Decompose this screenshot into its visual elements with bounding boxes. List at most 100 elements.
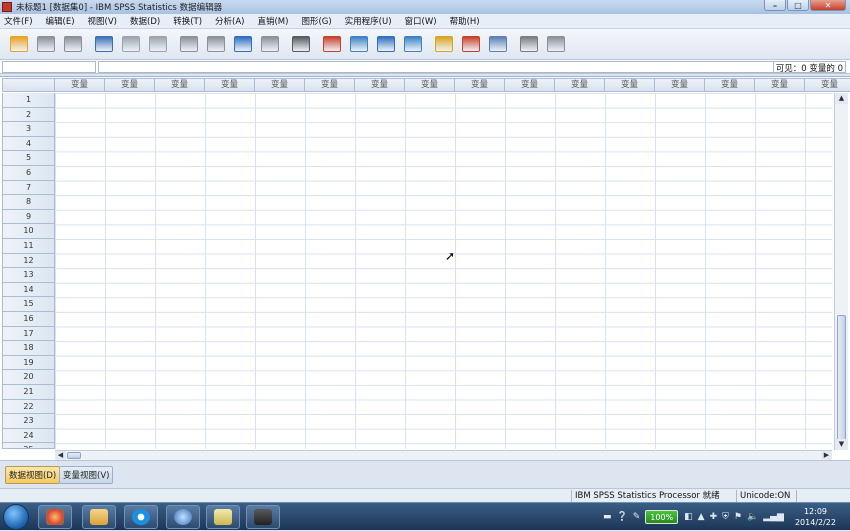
vertical-scrollbar[interactable]: ▲ ▼ — [834, 93, 848, 450]
taskbar-notes-icon[interactable] — [206, 505, 240, 529]
row-header[interactable]: 5 — [2, 151, 55, 166]
start-button-icon[interactable] — [3, 504, 29, 530]
tab-variable-view[interactable]: 变量视图(V) — [59, 466, 114, 484]
recall-dialog-icon[interactable] — [93, 33, 115, 55]
pen-icon[interactable]: ✎ — [633, 512, 641, 522]
column-header[interactable]: 变量 — [505, 78, 555, 92]
use-variable-sets-icon[interactable] — [487, 33, 509, 55]
menu-data[interactable]: 数据(D) — [130, 15, 160, 27]
shield-icon[interactable]: ⛨ — [722, 512, 729, 522]
column-header[interactable]: 变量 — [255, 78, 305, 92]
column-header[interactable]: 变量 — [355, 78, 405, 92]
select-cases-icon[interactable] — [433, 33, 455, 55]
tab-data-view[interactable]: 数据视图(D) — [5, 466, 61, 484]
row-header[interactable]: 24 — [2, 428, 55, 444]
menu-window[interactable]: 窗口(W) — [405, 15, 437, 27]
taskbar-explorer-icon[interactable] — [82, 505, 116, 529]
device-icon[interactable]: ◧ — [684, 512, 693, 522]
show-all-variables-icon[interactable] — [518, 33, 540, 55]
menu-direct-marketing[interactable]: 直销(M) — [257, 15, 288, 27]
row-header[interactable]: 25 — [2, 443, 55, 449]
row-header[interactable]: 4 — [2, 136, 55, 152]
menu-edit[interactable]: 编辑(E) — [46, 15, 75, 27]
weight-cases-icon[interactable] — [402, 33, 424, 55]
print-icon[interactable] — [62, 33, 84, 55]
scroll-down-icon[interactable]: ▼ — [835, 439, 848, 450]
cell-value-field[interactable] — [98, 61, 778, 73]
row-header[interactable]: 14 — [2, 282, 55, 298]
grid-corner[interactable] — [2, 78, 55, 92]
row-header[interactable]: 11 — [2, 239, 55, 254]
horizontal-scrollbar[interactable]: ◀ ▶ — [55, 450, 832, 460]
vertical-scroll-thumb[interactable] — [837, 315, 846, 441]
column-header[interactable]: 变量 — [555, 78, 605, 92]
maximize-button[interactable]: □ — [787, 0, 809, 11]
row-header[interactable]: 3 — [2, 122, 55, 137]
row-header[interactable]: 1 — [2, 93, 55, 108]
battery-indicator[interactable]: 100% — [645, 510, 679, 524]
row-header[interactable]: 10 — [2, 224, 55, 239]
column-header[interactable]: 变量 — [105, 78, 155, 92]
column-header[interactable]: 变量 — [605, 78, 655, 92]
grid-cells[interactable] — [55, 93, 832, 449]
spell-check-icon[interactable] — [545, 33, 567, 55]
help-icon[interactable]: ❔ — [617, 512, 628, 522]
show-hidden-icons-icon[interactable]: ▲ — [698, 512, 705, 522]
scroll-up-icon[interactable]: ▲ — [835, 93, 848, 104]
split-file-icon[interactable] — [375, 33, 397, 55]
goto-variable-icon[interactable] — [205, 33, 227, 55]
row-header[interactable]: 8 — [2, 195, 55, 210]
row-header[interactable]: 19 — [2, 355, 55, 371]
menu-view[interactable]: 视图(V) — [88, 15, 117, 27]
menu-help[interactable]: 帮助(H) — [450, 15, 480, 27]
column-header[interactable]: 变量 — [755, 78, 805, 92]
horizontal-scroll-thumb[interactable] — [67, 452, 81, 459]
column-header[interactable]: 变量 — [205, 78, 255, 92]
column-header[interactable]: 变量 — [155, 78, 205, 92]
scroll-right-icon[interactable]: ▶ — [821, 451, 832, 460]
volume-icon[interactable]: 🔈 — [747, 512, 758, 522]
column-header[interactable]: 变量 — [305, 78, 355, 92]
row-header[interactable]: 20 — [2, 370, 55, 385]
system-clock[interactable]: 12:09 2014/2/22 — [795, 506, 836, 528]
open-folder-icon[interactable] — [8, 33, 30, 55]
scroll-left-icon[interactable]: ◀ — [55, 451, 66, 460]
row-header[interactable]: 12 — [2, 253, 55, 269]
security-icon[interactable]: ✚ — [710, 512, 718, 522]
goto-case-icon[interactable] — [178, 33, 200, 55]
taskbar-app-photos-icon[interactable] — [38, 505, 72, 529]
taskbar-browser-icon[interactable] — [124, 505, 158, 529]
row-header[interactable]: 21 — [2, 385, 55, 400]
run-descriptives-icon[interactable] — [259, 33, 281, 55]
column-header[interactable]: 变量 — [455, 78, 505, 92]
find-icon[interactable] — [290, 33, 312, 55]
column-header[interactable]: 变量 — [705, 78, 755, 92]
row-header[interactable]: 16 — [2, 312, 55, 327]
action-center-flag-icon[interactable]: ⚑ — [734, 512, 742, 522]
keyboard-icon[interactable]: ▬ — [603, 512, 612, 522]
column-header[interactable]: 变量 — [55, 78, 105, 92]
variables-icon[interactable] — [232, 33, 254, 55]
column-header[interactable]: 变量 — [805, 78, 850, 92]
column-header[interactable]: 变量 — [655, 78, 705, 92]
menu-graphs[interactable]: 图形(G) — [301, 15, 331, 27]
insert-variable-icon[interactable] — [348, 33, 370, 55]
taskbar-spss-icon[interactable] — [166, 505, 200, 529]
row-header[interactable]: 9 — [2, 209, 55, 225]
row-header[interactable]: 13 — [2, 268, 55, 283]
taskbar-recorder-icon[interactable] — [246, 505, 280, 529]
row-header[interactable]: 2 — [2, 107, 55, 123]
row-header[interactable]: 17 — [2, 326, 55, 342]
row-header[interactable]: 7 — [2, 180, 55, 196]
cell-reference-field[interactable] — [2, 61, 96, 73]
redo-icon[interactable] — [147, 33, 169, 55]
save-icon[interactable] — [35, 33, 57, 55]
menu-utilities[interactable]: 实用程序(U) — [345, 15, 392, 27]
value-labels-icon[interactable] — [460, 33, 482, 55]
row-header[interactable]: 18 — [2, 341, 55, 356]
row-header[interactable]: 22 — [2, 399, 55, 415]
column-header[interactable]: 变量 — [405, 78, 455, 92]
menu-transform[interactable]: 转换(T) — [173, 15, 202, 27]
menu-analyze[interactable]: 分析(A) — [215, 15, 244, 27]
insert-cases-icon[interactable] — [321, 33, 343, 55]
